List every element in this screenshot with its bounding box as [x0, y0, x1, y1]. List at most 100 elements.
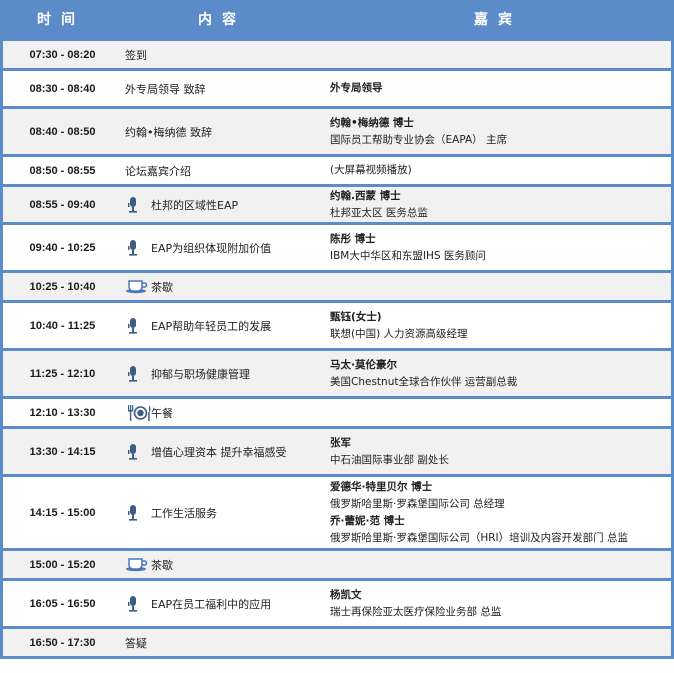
guest-name: 马太·莫伦豪尔	[330, 358, 397, 371]
guest-name: 爱德华·特里贝尔 博士	[330, 480, 433, 493]
session-guests	[330, 551, 665, 578]
cutlery-icon	[125, 404, 151, 422]
session-content: 茶歇	[125, 273, 325, 300]
session-title: 答疑	[125, 636, 147, 650]
microphone-icon	[125, 365, 147, 383]
table-row: 08:50 - 08:55 论坛嘉宾介绍 (大屏幕视频播放)	[0, 157, 674, 184]
session-content: 工作生活服务	[125, 477, 325, 548]
header-content: 内容	[198, 12, 246, 28]
session-time: 07:30 - 08:20	[29, 48, 96, 61]
session-time: 16:05 - 16:50	[29, 597, 96, 610]
table-row: 08:55 - 09:40 杜邦的区域性EAP 约翰.西蒙 博士杜邦亚太区 医务总监	[0, 187, 674, 222]
session-title: 抑郁与职场健康管理	[151, 367, 250, 381]
guest-name: 约翰•梅纳德 博士	[330, 116, 414, 129]
session-title: 午餐	[151, 406, 173, 420]
session-time: 13:30 - 14:15	[29, 445, 96, 458]
session-time: 08:30 - 08:40	[29, 82, 96, 95]
session-title: 约翰•梅纳德 致辞	[125, 125, 212, 139]
session-time: 12:10 - 13:30	[29, 406, 96, 419]
microphone-icon	[125, 317, 147, 335]
guest-title: 俄罗斯哈里斯·罗森堡国际公司（HRI）培训及内容开发部门 总监	[330, 531, 628, 544]
microphone-icon	[125, 196, 147, 214]
guest-title: 美国Chestnut全球合作伙伴 运营副总裁	[330, 375, 518, 388]
session-title: 杜邦的区域性EAP	[151, 198, 239, 212]
row-divider	[0, 656, 674, 659]
session-time: 09:40 - 10:25	[29, 241, 96, 254]
session-content: 答疑	[125, 629, 325, 656]
session-time: 08:50 - 08:55	[29, 164, 96, 177]
guest-name: 甄钰(女士)	[330, 310, 382, 323]
session-content: 午餐	[125, 399, 325, 426]
session-title: 茶歇	[151, 558, 173, 572]
guest-title: (大屏幕视频播放)	[330, 164, 412, 176]
table-row: 08:40 - 08:50 约翰•梅纳德 致辞 约翰•梅纳德 博士国际员工帮助专业协…	[0, 109, 674, 154]
session-title: EAP在员工福利中的应用	[151, 597, 272, 611]
session-content: EAP在员工福利中的应用	[125, 581, 325, 626]
guest-name: 约翰.西蒙 博士	[330, 189, 401, 202]
agenda-page: 时间 内容 嘉宾 07:30 - 08:20 签到 08:30 - 08:40 外专局…	[0, 0, 674, 673]
microphone-icon	[125, 504, 147, 522]
session-content: 增值心理资本 提升幸福感受	[125, 429, 325, 474]
table-header: 时间 内容 嘉宾	[0, 0, 674, 41]
guest-name: 乔·蕾妮·范 博士	[330, 514, 405, 527]
table-row: 13:30 - 14:15 增值心理资本 提升幸福感受 张军中石油国际事业部 副处长	[0, 429, 674, 474]
session-guests: 约翰•梅纳德 博士国际员工帮助专业协会（EAPA） 主席	[330, 109, 665, 154]
table-row: 08:30 - 08:40 外专局领导 致辞 外专局领导	[0, 71, 674, 106]
session-guests: 约翰.西蒙 博士杜邦亚太区 医务总监	[330, 187, 665, 222]
session-time: 10:40 - 11:25	[29, 319, 96, 332]
table-row: 15:00 - 15:20 茶歇	[0, 551, 674, 578]
session-time: 08:55 - 09:40	[29, 198, 96, 211]
session-guests: 甄钰(女士) 联想(中国) 人力资源高级经理	[330, 303, 665, 348]
guest-name: 张军	[330, 436, 351, 449]
guest-name: 陈彤 博士	[330, 232, 376, 245]
table-row: 12:10 - 13:30 午餐	[0, 399, 674, 426]
session-guests	[330, 399, 665, 426]
session-title: EAP为组织体现附加价值	[151, 241, 272, 255]
session-content: 约翰•梅纳德 致辞	[125, 109, 325, 154]
session-time: 08:40 - 08:50	[29, 125, 96, 138]
session-title: EAP帮助年轻员工的发展	[151, 319, 272, 333]
microphone-icon	[125, 239, 147, 257]
session-time: 16:50 - 17:30	[29, 636, 96, 649]
session-content: 论坛嘉宾介绍	[125, 157, 325, 184]
session-guests: 杨凯文瑞士再保险亚太医疗保险业务部 总监	[330, 581, 665, 626]
microphone-icon	[125, 443, 147, 461]
guest-title: 联想(中国) 人力资源高级经理	[330, 327, 468, 340]
session-guests: 陈彤 博士 IBM大中华区和东盟IHS 医务顾问	[330, 225, 665, 270]
coffee-cup-icon	[125, 556, 148, 574]
session-content: EAP为组织体现附加价值	[125, 225, 325, 270]
guest-title: 国际员工帮助专业协会（EAPA） 主席	[330, 133, 507, 146]
coffee-cup-icon	[125, 278, 148, 296]
session-title: 外专局领导 致辞	[125, 82, 206, 96]
guest-title: IBM大中华区和东盟IHS 医务顾问	[330, 249, 486, 262]
guest-title: 中石油国际事业部 副处长	[330, 453, 449, 466]
session-time: 10:25 - 10:40	[29, 280, 96, 293]
session-content: 抑郁与职场健康管理	[125, 351, 325, 396]
session-guests	[330, 273, 665, 300]
session-guests	[330, 629, 665, 656]
session-guests: 张军中石油国际事业部 副处长	[330, 429, 665, 474]
session-content: 杜邦的区域性EAP	[125, 187, 325, 222]
session-title: 签到	[125, 48, 147, 62]
guest-name: 外专局领导	[330, 82, 383, 94]
session-time: 14:15 - 15:00	[29, 506, 96, 519]
table-row: 09:40 - 10:25 EAP为组织体现附加价值 陈彤 博士 IBM大中华区和东盟…	[0, 225, 674, 270]
session-guests: (大屏幕视频播放)	[330, 157, 665, 184]
guest-title: 杜邦亚太区 医务总监	[330, 206, 428, 219]
session-content: 茶歇	[125, 551, 325, 578]
session-guests	[330, 41, 665, 68]
table-row: 10:40 - 11:25 EAP帮助年轻员工的发展 甄钰(女士) 联想(中国) 人力…	[0, 303, 674, 348]
table-row: 14:15 - 15:00 工作生活服务 爱德华·特里贝尔 博士俄罗斯哈里斯·罗森堡…	[0, 477, 674, 548]
guest-title: 瑞士再保险亚太医疗保险业务部 总监	[330, 605, 502, 618]
table-row: 16:05 - 16:50 EAP在员工福利中的应用 杨凯文瑞士再保险亚太医疗保险业…	[0, 581, 674, 626]
session-guests: 外专局领导	[330, 71, 665, 106]
session-title: 工作生活服务	[151, 506, 217, 520]
session-title: 增值心理资本 提升幸福感受	[151, 445, 287, 459]
session-guests: 马太·莫伦豪尔美国Chestnut全球合作伙伴 运营副总裁	[330, 351, 665, 396]
session-content: EAP帮助年轻员工的发展	[125, 303, 325, 348]
session-title: 论坛嘉宾介绍	[125, 164, 191, 178]
table-row: 11:25 - 12:10 抑郁与职场健康管理 马太·莫伦豪尔 美国Chestnut全…	[0, 351, 674, 396]
guest-name: 杨凯文	[330, 588, 362, 601]
table-row: 16:50 - 17:30 答疑	[0, 629, 674, 656]
table-row: 07:30 - 08:20 签到	[0, 41, 674, 68]
